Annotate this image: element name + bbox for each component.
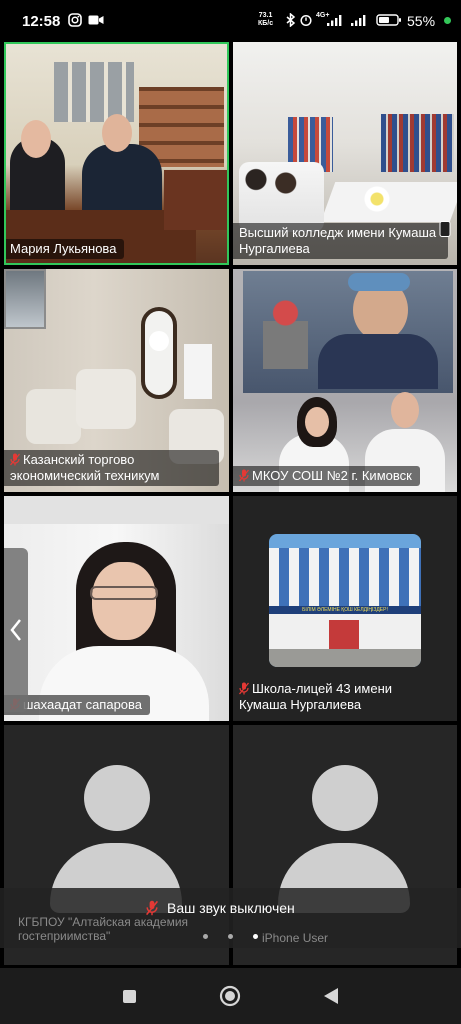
student-left-face	[305, 407, 329, 437]
avatar-head	[84, 765, 150, 831]
recents-square-icon	[123, 990, 136, 1003]
ground	[269, 649, 421, 667]
toast-message: Ваш звук выключен	[167, 900, 295, 916]
participant-tile-1[interactable]: Мария Лукьянова	[4, 42, 229, 265]
back-button[interactable]	[302, 968, 362, 1024]
recents-button[interactable]	[100, 968, 160, 1024]
avatar-head	[312, 765, 378, 831]
school-photo: БІЛІМ ӘЛЕМІНЕ ҚОШ КЕЛДІҢІЗДЕР!	[269, 534, 421, 667]
participant-tile-6[interactable]: БІЛІМ ӘЛЕМІНЕ ҚОШ КЕЛДІҢІЗДЕР! Школа-лиц…	[233, 496, 457, 721]
network-speed: 73.1 КБ/с	[258, 12, 274, 27]
participant-tile-2[interactable]: Высший колледж имени Кумаша Нургалиева	[233, 42, 457, 265]
muted-mic-icon	[239, 682, 249, 695]
video-icon	[88, 15, 104, 25]
instagram-icon	[68, 13, 82, 27]
participant-name-label: iPhone User	[262, 931, 329, 945]
battery-icon	[376, 14, 401, 26]
flowers-photo	[263, 289, 308, 369]
participant-name-label: КГБПОУ "Алтайская академия гостеприимств…	[18, 915, 189, 943]
building-facade	[269, 548, 421, 606]
navigation-bar	[0, 968, 461, 1024]
building-entrance	[329, 620, 359, 650]
muted-mic-icon	[10, 453, 20, 466]
building-banner: БІЛІМ ӘЛЕМІНЕ ҚОШ КЕЛДІҢІЗДЕР!	[269, 606, 421, 614]
mirror-glow	[149, 331, 169, 351]
muted-mic-icon	[239, 469, 249, 482]
muted-mic-icon	[146, 900, 158, 916]
battery-percent: 55%	[407, 13, 436, 29]
shelf-right	[381, 114, 454, 172]
chair-2	[76, 369, 136, 429]
participant-tile-4[interactable]: МКОУ СОШ №2 г. Кимовск	[233, 269, 457, 492]
veteran-photo-cap	[348, 273, 410, 291]
students	[239, 162, 324, 232]
person-veteran-face	[102, 114, 132, 152]
participant-name-label: Высший колледж имени Кумаша Нургалиева	[233, 223, 448, 259]
home-button[interactable]	[200, 968, 260, 1024]
person-glasses	[90, 586, 158, 600]
heater	[184, 344, 212, 399]
alarm-icon	[300, 14, 312, 27]
phone-icon	[439, 221, 451, 237]
signal-icon	[327, 15, 342, 26]
bluetooth-icon	[286, 13, 296, 27]
mirror	[141, 307, 177, 399]
participant-name-label: Мария Лукьянова	[4, 239, 125, 259]
signal-2-icon	[351, 15, 366, 26]
desk-right	[164, 170, 229, 230]
participant-tile-5[interactable]: шахаадат сапарова	[4, 496, 229, 721]
chevron-left-icon	[10, 619, 21, 641]
home-circle-icon	[219, 985, 241, 1007]
person-face	[92, 562, 156, 640]
wall-photos	[54, 62, 134, 122]
student-right-face	[391, 392, 419, 428]
participant-tile-3[interactable]: Казанский торгово экономический техникум	[4, 269, 229, 492]
participant-name-label: Казанский торгово экономический техникум	[4, 450, 219, 486]
person-left-face	[21, 120, 51, 158]
privacy-indicator-dot	[444, 17, 451, 24]
participant-name-label: Школа-лицей 43 имени Кумаша Нургалиева	[239, 681, 393, 712]
veteran-photo-uniform	[318, 334, 438, 389]
status-bar: 12:58 73.1 КБ/с 4G+ 55%	[0, 0, 461, 42]
previous-page-button[interactable]	[4, 548, 28, 712]
clock: 12:58	[22, 13, 61, 30]
painting	[4, 269, 46, 329]
ceiling	[4, 496, 229, 524]
participant-name-label: МКОУ СОШ №2 г. Кимовск	[233, 466, 420, 486]
back-triangle-icon	[324, 988, 338, 1004]
flowers	[363, 180, 391, 218]
chair-1	[26, 389, 81, 444]
